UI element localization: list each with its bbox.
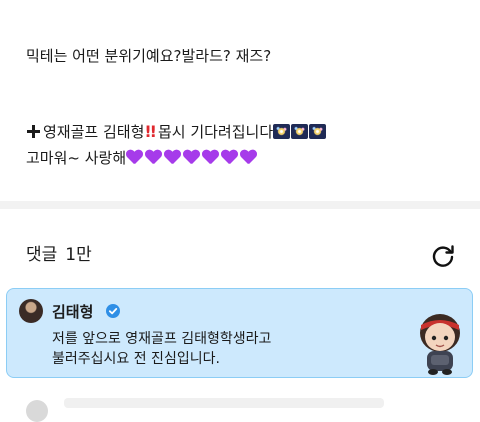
post-thanks-text: 고마워~ 사랑해 <box>26 149 127 167</box>
verified-badge-icon <box>106 304 120 318</box>
character-sticker-icon <box>420 314 460 375</box>
pinned-comment[interactable]: 김태형 저를 앞으로 영재골프 김태형학생라고 불러주십시요 전 진심입니다. <box>6 288 473 378</box>
comment-body: 저를 앞으로 영재골프 김태형학생라고 불러주십시요 전 진심입니다. <box>52 329 271 369</box>
comments-header[interactable]: 댓글 1만 <box>26 244 92 266</box>
comments-title: 댓글 <box>26 245 58 265</box>
purple-heart-icon <box>145 150 162 166</box>
comment-input-placeholder[interactable] <box>64 398 384 408</box>
post-line-1: 믹테는 어떤 분위기예요?발라드? 재즈? <box>26 46 271 66</box>
post-line-3: 고마워~ 사랑해 <box>26 148 259 168</box>
post-question-text: 믹테는 어떤 분위기예요?발라드? 재즈? <box>26 47 272 65</box>
section-divider <box>0 201 480 209</box>
purple-heart-icon <box>183 150 200 166</box>
post-waiting-text: 몹시 기다려집니다 <box>157 123 274 141</box>
comments-count: 1만 <box>65 245 92 265</box>
comment-author[interactable]: 김태형 <box>52 301 93 322</box>
purple-heart-icon <box>240 150 257 166</box>
avatar[interactable] <box>26 400 48 422</box>
post-line-2: 영재골프 김태형!! 몹시 기다려집니다 <box>26 122 327 142</box>
firework-icon <box>309 124 327 139</box>
avatar[interactable] <box>19 299 43 323</box>
purple-heart-icon <box>164 150 181 166</box>
double-exclamation-icon: !! <box>144 122 157 141</box>
comment-line-2: 불러주십시요 전 진심입니다. <box>52 351 220 367</box>
firework-icon <box>291 124 309 139</box>
post-golf-text: 영재골프 김태형 <box>43 123 145 141</box>
purple-heart-icon <box>221 150 238 166</box>
refresh-icon[interactable] <box>430 243 456 269</box>
firework-icon <box>273 124 291 139</box>
comment-line-1: 저를 앞으로 영재골프 김태형학생라고 <box>52 331 272 347</box>
purple-heart-icon <box>202 150 219 166</box>
heavy-plus-icon <box>26 124 41 139</box>
purple-heart-icon <box>126 150 143 166</box>
